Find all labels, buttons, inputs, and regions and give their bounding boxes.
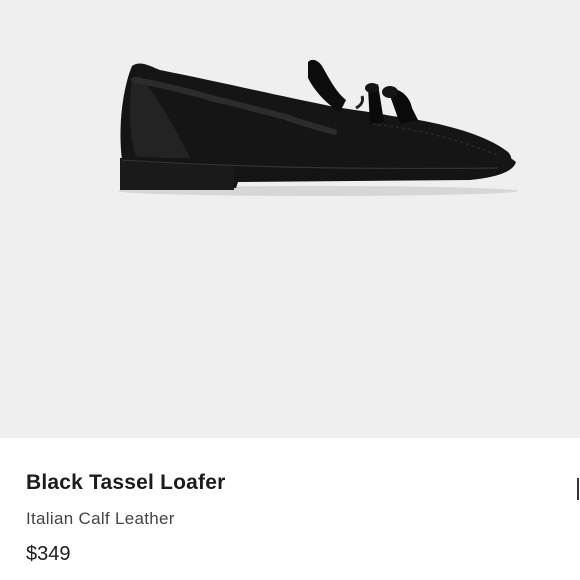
- product-image-area[interactable]: [0, 0, 580, 438]
- tassel-knot-right: [382, 86, 398, 98]
- product-image: [118, 59, 518, 196]
- product-title[interactable]: Black Tassel Loafer: [26, 471, 226, 495]
- tassel-knot-left: [365, 83, 379, 93]
- product-material: Italian Calf Leather: [26, 509, 175, 528]
- product-price: $349: [26, 543, 71, 565]
- tassel-cord: [355, 95, 364, 110]
- product-info: Black Tassel Loafer Italian Calf Leather…: [0, 438, 580, 580]
- product-card[interactable]: Black Tassel Loafer Italian Calf Leather…: [0, 0, 580, 580]
